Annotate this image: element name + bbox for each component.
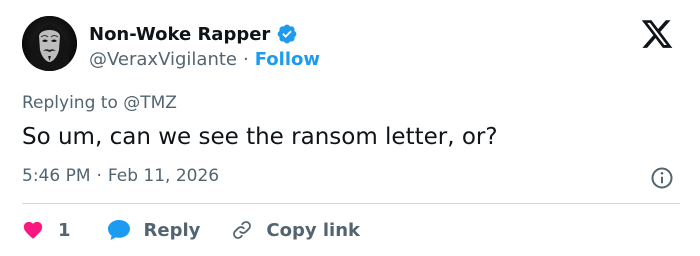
info-icon[interactable] <box>650 166 674 190</box>
link-icon <box>233 221 252 239</box>
reply-button[interactable]: Reply <box>106 218 201 242</box>
replying-to-handle[interactable]: @TMZ <box>123 93 177 113</box>
follow-button[interactable]: Follow <box>255 49 320 70</box>
author-name-row: Non-Woke Rapper <box>89 22 298 46</box>
handle-separator: · <box>243 48 249 70</box>
embedded-tweet-card: Non-Woke Rapper @VeraxVigilante · Follow… <box>0 0 700 256</box>
divider <box>22 203 680 204</box>
like-button[interactable]: 1 <box>22 219 71 241</box>
reply-label: Reply <box>143 219 201 241</box>
meta-separator: · <box>96 166 102 186</box>
reply-bubble-icon <box>107 220 130 240</box>
avatar[interactable] <box>22 16 77 71</box>
replying-to-line: Replying to @TMZ <box>22 93 177 113</box>
x-logo-icon[interactable] <box>640 17 674 51</box>
anonymous-mask-avatar-image <box>22 16 77 71</box>
author-handle-row: @VeraxVigilante · Follow <box>89 47 320 71</box>
heart-icon <box>23 221 43 239</box>
author-display-name[interactable]: Non-Woke Rapper <box>89 24 270 45</box>
tweet-text: So um, can we see the ransom letter, or? <box>22 124 498 150</box>
tweet-date: Feb 11, 2026 <box>107 166 220 186</box>
verified-badge-icon <box>277 24 297 44</box>
copy-link-button[interactable]: Copy link <box>230 218 360 242</box>
tweet-time: 5:46 PM <box>22 166 91 186</box>
like-count: 1 <box>58 219 71 241</box>
action-bar: 1 Reply Copy link <box>22 216 360 244</box>
copy-link-label: Copy link <box>266 219 360 241</box>
author-handle[interactable]: @VeraxVigilante <box>89 49 237 70</box>
replying-prefix: Replying to <box>22 93 124 113</box>
tweet-timestamp[interactable]: 5:46 PM · Feb 11, 2026 <box>22 166 219 186</box>
